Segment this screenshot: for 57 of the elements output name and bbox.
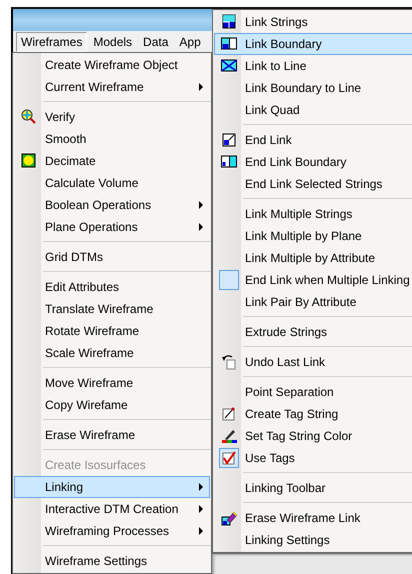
menu-item[interactable]: End Link (214, 129, 412, 151)
menu-item[interactable]: Linking Toolbar (214, 477, 412, 499)
menu-item[interactable]: Interactive DTM Creation (14, 498, 210, 520)
menu-item[interactable]: Move Wireframe (14, 372, 210, 394)
menu-bar-item[interactable]: Wireframes (16, 32, 88, 52)
menu-bar-item[interactable]: App (174, 32, 206, 52)
menu-item[interactable]: Wireframe Settings (14, 550, 210, 572)
menu-item[interactable]: Copy Wirefame (14, 394, 210, 416)
menu-item[interactable]: Linking (14, 476, 210, 498)
square-corner-icon (221, 132, 237, 148)
menu-item[interactable]: Translate Wireframe (14, 298, 210, 320)
menu-item[interactable]: Undo Last Link (214, 351, 412, 373)
menu-item[interactable]: Calculate Volume (14, 172, 210, 194)
menu-item[interactable]: Decimate (14, 150, 210, 172)
menu-item[interactable]: Linking Settings (214, 529, 412, 551)
menu-item[interactable]: End Link Boundary (214, 151, 412, 173)
menu-bar-item[interactable]: Data (138, 32, 174, 52)
menu-item[interactable]: Create Wireframe Object (14, 54, 210, 76)
menu-item[interactable]: Extrude Strings (214, 321, 412, 343)
menu-item[interactable]: Wireframing Processes (14, 520, 210, 542)
double-square-icon (221, 36, 237, 52)
menu-item[interactable]: Plane Operations (14, 216, 210, 238)
menu-item[interactable]: Point Separation (214, 381, 412, 403)
eraser-icon (221, 510, 237, 526)
menu-item[interactable]: Link Strings (214, 11, 412, 33)
menu-item[interactable]: Rotate Wireframe (14, 320, 210, 342)
menu-item[interactable]: Erase Wireframe Link (214, 507, 412, 529)
menu-item[interactable]: Link to Line (214, 55, 412, 77)
menu-item[interactable]: Set Tag String Color (214, 425, 412, 447)
menu-item[interactable]: Verify (14, 106, 210, 128)
circle-square-icon (21, 153, 37, 169)
undo-icon (221, 354, 237, 370)
menu-item[interactable]: Link Multiple by Plane (214, 225, 412, 247)
menu-item[interactable]: Link Boundary to Line (214, 77, 412, 99)
menu-item[interactable]: Use Tags (214, 447, 412, 469)
double-square-icon (221, 154, 237, 170)
menu-item[interactable]: Link Multiple by Attribute (214, 247, 412, 269)
menu-item[interactable]: Link Multiple Strings (214, 203, 412, 225)
menu-item[interactable]: Boolean Operations (14, 194, 210, 216)
menu-item[interactable]: Current Wireframe (14, 76, 210, 98)
menu-item[interactable]: Grid DTMs (14, 246, 210, 268)
menu-item[interactable]: Erase Wireframe (14, 424, 210, 446)
menu-item[interactable]: End Link when Multiple Linking (214, 269, 412, 291)
envelope-icon (221, 58, 237, 74)
menu-item[interactable]: Edit Attributes (14, 276, 210, 298)
menu-bar-item[interactable]: Models (88, 32, 138, 52)
split-square-icon (221, 14, 237, 30)
menu-item[interactable]: Link Pair By Attribute (214, 291, 412, 313)
menu-item[interactable]: Link Boundary (214, 33, 412, 55)
menu-item[interactable]: Scale Wireframe (14, 342, 210, 364)
pen-color-icon (221, 428, 237, 444)
menu-item[interactable]: Create Tag String (214, 403, 412, 425)
menu-item[interactable]: Link Quad (214, 99, 412, 121)
menu-item[interactable]: Smooth (14, 128, 210, 150)
magnifier-icon (21, 109, 37, 125)
menu-item[interactable]: End Link Selected Strings (214, 173, 412, 195)
tag-square-icon (221, 406, 237, 422)
